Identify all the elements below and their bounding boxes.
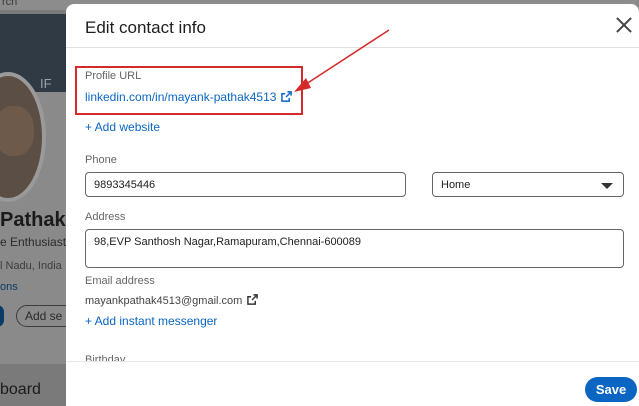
- phone-label: Phone: [85, 154, 117, 166]
- address-textarea[interactable]: 98,EVP Santhosh Nagar,Ramapuram,Chennai-…: [85, 229, 624, 268]
- email-value: mayankpathak4513@gmail.com: [85, 295, 243, 307]
- add-website-button[interactable]: + Add website: [85, 120, 160, 134]
- email-label: Email address: [85, 275, 155, 287]
- chevron-down-icon: [601, 183, 613, 189]
- background-search-text: rch: [2, 0, 18, 8]
- avatar-face: [0, 106, 34, 156]
- dialog-footer: [66, 361, 639, 406]
- phone-type-value: Home: [441, 179, 471, 191]
- close-icon[interactable]: [615, 16, 633, 34]
- profile-url-label: Profile URL: [85, 70, 142, 82]
- external-link-icon: [247, 294, 259, 305]
- profile-location: l Nadu, India: [0, 260, 62, 272]
- phone-type-select[interactable]: Home: [432, 172, 624, 197]
- profile-url-link[interactable]: linkedin.com/in/mayank-pathak4513: [85, 90, 293, 104]
- email-link[interactable]: mayankpathak4513@gmail.com: [85, 294, 259, 307]
- dialog-title: Edit contact info: [85, 18, 206, 37]
- dialog-header: Edit contact info: [66, 4, 639, 48]
- external-link-icon: [281, 91, 293, 102]
- add-instant-messenger-button[interactable]: + Add instant messenger: [85, 314, 217, 328]
- edit-contact-info-dialog: Edit contact info Profile URL linkedin.c…: [66, 4, 639, 406]
- profile-name: Pathak: [0, 209, 66, 231]
- profile-url-text: linkedin.com/in/mayank-pathak4513: [85, 90, 277, 104]
- profile-headline: e Enthusiast: [0, 235, 67, 249]
- phone-input[interactable]: 9893345446: [85, 172, 406, 197]
- banner-text: IF: [40, 76, 52, 91]
- address-label: Address: [85, 211, 126, 223]
- save-button[interactable]: Save: [585, 377, 637, 402]
- profile-connections-link: ons: [0, 281, 18, 293]
- dashboard-heading: board: [0, 381, 41, 398]
